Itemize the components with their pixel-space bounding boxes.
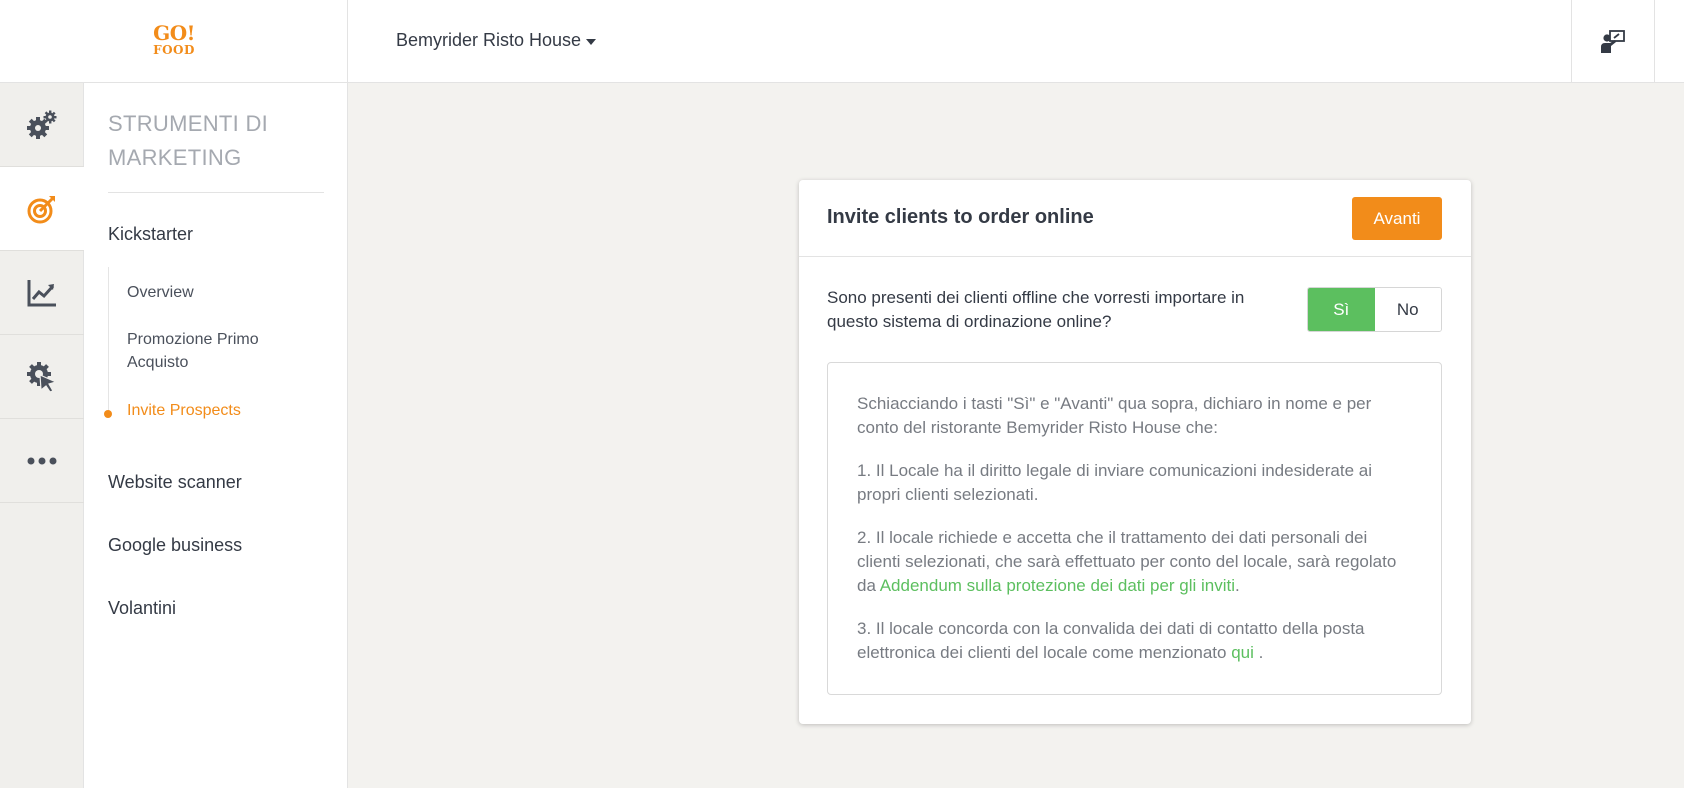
gear-cursor-icon <box>27 361 58 393</box>
menu-item-overview[interactable]: Overview <box>127 281 194 304</box>
logo-text-go: GO! <box>153 21 195 45</box>
more-dots-icon <box>27 457 57 464</box>
yes-no-toggle: Sì No <box>1307 287 1442 332</box>
data-protection-addendum-link[interactable]: Addendum sulla protezione dei dati per g… <box>880 576 1235 595</box>
submenu-line <box>108 267 109 415</box>
rail-item-more[interactable] <box>0 419 84 503</box>
menu-section-kickstarter[interactable]: Kickstarter <box>108 224 193 245</box>
import-question: Sono presenti dei clienti offline che vo… <box>827 288 1245 331</box>
terms-point-3-end: . <box>1253 643 1264 662</box>
toggle-yes-option[interactable]: Sì <box>1308 288 1375 331</box>
active-indicator-dot <box>104 410 112 418</box>
icon-rail <box>0 83 84 788</box>
go-food-logo[interactable]: GO! FOOD <box>151 23 197 56</box>
terms-point-1: 1. Il Locale ha il diritto legale di inv… <box>857 461 1373 504</box>
menu-title: STRUMENTI DI MARKETING <box>108 111 269 170</box>
toggle-no-option[interactable]: No <box>1374 288 1441 331</box>
trend-chart-icon <box>27 279 56 306</box>
terms-intro: Schiacciando i tasti "Sì" e "Avanti" qua… <box>857 394 1372 437</box>
logo-text-food: FOOD <box>153 43 195 57</box>
restaurant-name: Bemyrider Risto House <box>396 30 582 50</box>
qui-link[interactable]: qui <box>1231 643 1254 662</box>
menu-item-promozione-primo-acquisto[interactable]: Promozione Primo Acquisto <box>127 328 307 374</box>
rail-item-automation[interactable] <box>0 335 84 419</box>
logo-area: GO! FOOD <box>0 0 348 83</box>
settings-gears-icon <box>27 110 57 139</box>
terms-point-2-end: . <box>1235 576 1240 595</box>
menu-divider <box>108 192 324 193</box>
rail-item-marketing[interactable] <box>0 167 84 251</box>
chevron-down-icon <box>586 39 597 45</box>
restaurant-selector[interactable]: Bemyrider Risto House <box>396 30 597 51</box>
menu-section-website-scanner[interactable]: Website scanner <box>108 472 242 493</box>
top-bar: GO! FOOD Bemyrider Risto House <box>0 0 1684 83</box>
marketing-side-menu: STRUMENTI DI MARKETING Kickstarter Overv… <box>84 83 348 788</box>
rail-item-analytics[interactable] <box>0 251 84 335</box>
avanti-button[interactable]: Avanti <box>1352 197 1442 240</box>
invite-clients-card: Invite clients to order online Avanti So… <box>799 180 1471 724</box>
terms-point-3: 3. Il locale concorda con la convalida d… <box>857 617 1413 665</box>
target-arrow-icon <box>27 195 55 223</box>
terms-point-2: 2. Il locale richiede e accetta che il t… <box>857 526 1413 598</box>
presenter-support-icon <box>1601 29 1625 53</box>
menu-item-invite-prospects[interactable]: Invite Prospects <box>127 399 241 422</box>
terms-point-3-text: 3. Il locale concorda con la convalida d… <box>857 619 1365 662</box>
terms-box: Schiacciando i tasti "Sì" e "Avanti" qua… <box>827 362 1442 695</box>
card-header: Invite clients to order online Avanti <box>799 180 1471 257</box>
menu-section-google-business[interactable]: Google business <box>108 535 242 556</box>
support-button[interactable] <box>1571 0 1655 83</box>
card-title: Invite clients to order online <box>827 206 1094 228</box>
rail-item-settings[interactable] <box>0 83 84 167</box>
menu-section-volantini[interactable]: Volantini <box>108 598 176 619</box>
